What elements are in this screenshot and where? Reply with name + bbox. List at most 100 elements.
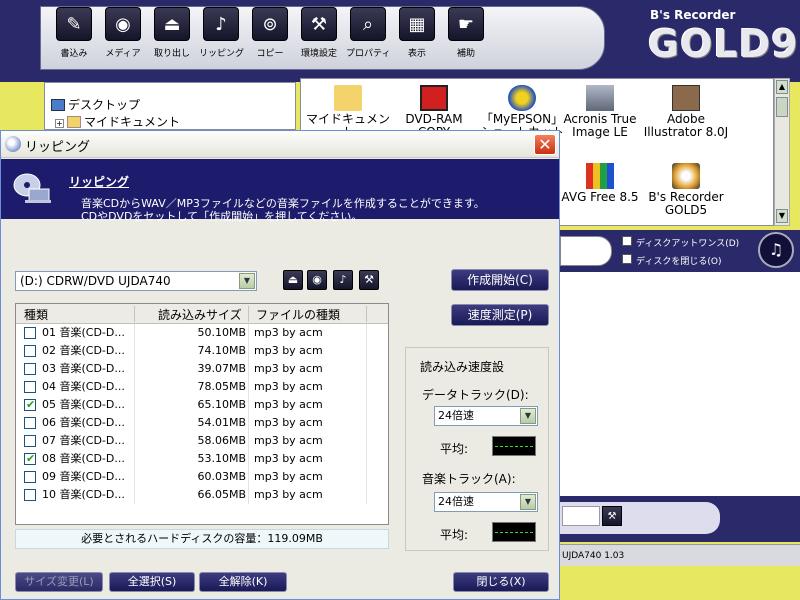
track-row[interactable]: 01 音楽(CD-D... 50.10MB mp3 by acm [16, 324, 388, 342]
rip-icon: ♪ [203, 7, 239, 41]
music-track-speed-select[interactable]: 24倍速 ▼ [434, 492, 538, 512]
myepson-icon [508, 85, 536, 111]
track-filetype: mp3 by acm [254, 488, 323, 501]
column-type[interactable]: 種類 [24, 306, 48, 323]
dialog-titlebar[interactable]: リッピング ✕ [1, 131, 559, 158]
bottom-tools-icon[interactable]: ⚒ [602, 506, 622, 526]
tree-item-desktop[interactable]: デスクトップ [51, 97, 140, 113]
toolbar-display-button[interactable]: ▦ 表示 [395, 7, 439, 59]
track-name: 03 音楽(CD-D... [42, 362, 125, 375]
music-note-icon[interactable]: ♫ [758, 232, 794, 268]
toolbar-settings-button[interactable]: ⚒ 環境設定 [297, 7, 341, 59]
track-name: 10 音楽(CD-D... [42, 488, 125, 501]
track-filetype: mp3 by acm [254, 326, 323, 339]
toolbar-media-button[interactable]: ◉ メディア [101, 7, 145, 59]
bottom-bar: ⚒ [560, 496, 800, 542]
track-checkbox[interactable] [24, 396, 36, 414]
file-list-scrollbar[interactable]: ▲ ▼ [774, 78, 790, 226]
track-row[interactable]: 05 音楽(CD-D... 65.10MB mp3 by acm [16, 396, 388, 414]
track-checkbox[interactable] [24, 417, 36, 429]
track-row[interactable]: 02 音楽(CD-D... 74.10MB mp3 by acm [16, 342, 388, 360]
tools-icon[interactable]: ⚒ [359, 270, 379, 290]
properties-icon: ⌕ [350, 7, 386, 41]
illustrator-icon [672, 85, 700, 111]
toolbar-properties-button[interactable]: ⌕ プロパティ [346, 7, 390, 59]
data-track-speed-select[interactable]: 24倍速 ▼ [434, 406, 538, 426]
start-create-button[interactable]: 作成開始(C) [451, 269, 549, 291]
content-area [560, 272, 800, 496]
toolbar-write-button[interactable]: ✎ 書込み [52, 7, 96, 59]
bs-recorder-icon [672, 163, 700, 189]
toolbar-rip-button[interactable]: ♪ リッピング [199, 7, 244, 59]
header-title: リッピング [69, 175, 130, 189]
column-filetype[interactable]: ファイルの種類 [256, 306, 340, 323]
ripping-dialog: リッピング ✕ リッピング 音楽CDからWAV／MP3ファイルなどの音楽ファイル… [0, 130, 560, 600]
status-bar: UJDA740 1.03 [560, 544, 800, 566]
track-row[interactable]: 09 音楽(CD-D... 60.03MB mp3 by acm [16, 468, 388, 486]
desktop-icon [51, 99, 65, 111]
track-size: 58.06MB [197, 434, 246, 447]
track-checkbox[interactable] [24, 435, 36, 447]
select-all-button[interactable]: 全選択(S) [109, 572, 195, 592]
track-checkbox[interactable] [24, 471, 36, 483]
folder-icon [334, 85, 362, 111]
track-row[interactable]: 07 音楽(CD-D... 58.06MB mp3 by acm [16, 432, 388, 450]
disc-info-icon[interactable]: ◉ [307, 270, 327, 290]
track-name: 05 音楽(CD-D... [42, 398, 125, 411]
track-size: 53.10MB [197, 452, 246, 465]
file-item[interactable]: Adobe Illustrator 8.0J [643, 85, 729, 139]
file-item[interactable]: Acronis True Image LE [557, 85, 643, 139]
music-info-icon[interactable]: ♪ [333, 270, 353, 290]
tree-item-my-documents[interactable]: + マイドキュメント [55, 114, 180, 130]
speed-test-button[interactable]: 速度測定(P) [451, 304, 549, 326]
chevron-down-icon[interactable]: ▼ [520, 408, 536, 424]
deselect-all-button[interactable]: 全解除(K) [199, 572, 287, 592]
scroll-down-icon[interactable]: ▼ [776, 209, 788, 223]
column-separator [134, 306, 135, 322]
track-row[interactable]: 10 音楽(CD-D... 66.05MB mp3 by acm [16, 486, 388, 504]
toolbar-assist-button[interactable]: ☛ 補助 [444, 7, 488, 59]
toolbar-eject-button[interactable]: ⏏ 取り出し [150, 7, 194, 59]
close-icon[interactable]: ✕ [534, 134, 556, 155]
expand-icon[interactable]: + [55, 119, 64, 128]
track-row[interactable]: 06 音楽(CD-D... 54.01MB mp3 by acm [16, 414, 388, 432]
disc-at-once-checkbox[interactable] [622, 236, 632, 246]
track-size: 65.10MB [197, 398, 246, 411]
track-name: 01 音楽(CD-D... [42, 326, 125, 339]
bottom-select[interactable] [562, 506, 600, 526]
track-row[interactable]: 03 音楽(CD-D... 39.07MB mp3 by acm [16, 360, 388, 378]
close-disc-label: ディスクを閉じる(O) [636, 257, 722, 267]
track-name: 04 音楽(CD-D... [42, 380, 125, 393]
disc-icon [5, 136, 21, 152]
track-checkbox[interactable] [24, 327, 36, 339]
file-item[interactable]: AVG Free 8.5 [557, 163, 643, 204]
track-checkbox[interactable] [24, 381, 36, 393]
track-checkbox[interactable] [24, 345, 36, 357]
column-separator [248, 306, 249, 322]
scroll-thumb[interactable] [776, 97, 788, 117]
disc-icon: ◉ [105, 7, 141, 41]
file-item[interactable]: B's Recorder GOLD5 [643, 163, 729, 217]
eject-tool-icon[interactable]: ⏏ [283, 270, 303, 290]
track-row[interactable]: 04 音楽(CD-D... 78.05MB mp3 by acm [16, 378, 388, 396]
track-size: 39.07MB [197, 362, 246, 375]
drive-select[interactable]: (D:) CDRW/DVD UJDA740 ▼ [15, 271, 257, 291]
column-size[interactable]: 読み込みサイズ [158, 306, 242, 323]
scroll-up-icon[interactable]: ▲ [776, 80, 788, 94]
track-checkbox[interactable] [24, 489, 36, 501]
chevron-down-icon[interactable]: ▼ [520, 494, 536, 510]
track-checkbox[interactable] [24, 450, 36, 468]
copy-discs-icon: ⊚ [252, 7, 288, 41]
chevron-down-icon[interactable]: ▼ [239, 273, 255, 289]
track-filetype: mp3 by acm [254, 434, 323, 447]
close-disc-checkbox[interactable] [622, 254, 632, 264]
track-size: 50.10MB [197, 326, 246, 339]
track-size: 54.01MB [197, 416, 246, 429]
data-average-label: 平均: [440, 442, 469, 456]
track-filetype: mp3 by acm [254, 344, 323, 357]
size-change-button[interactable]: サイズ変更(L) [15, 572, 103, 592]
track-checkbox[interactable] [24, 363, 36, 375]
track-row[interactable]: 08 音楽(CD-D... 53.10MB mp3 by acm [16, 450, 388, 468]
toolbar-copy-button[interactable]: ⊚ コピー [248, 7, 292, 59]
close-button[interactable]: 閉じる(X) [453, 572, 549, 592]
